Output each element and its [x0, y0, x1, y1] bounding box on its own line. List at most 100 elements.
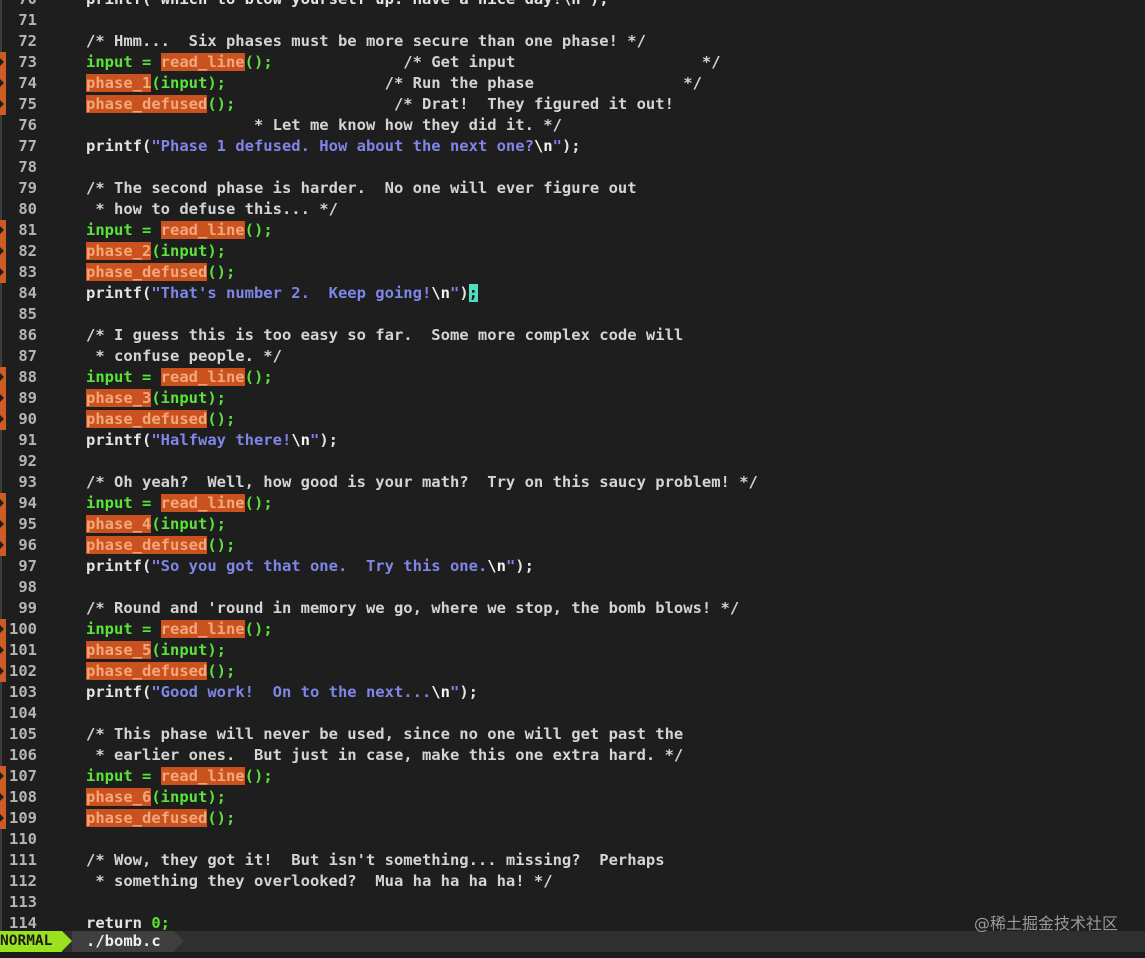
- code-line[interactable]: 100 input = read_line();: [0, 619, 1145, 640]
- line-number: 77: [18, 137, 37, 155]
- line-number: 88: [18, 368, 37, 386]
- line-number: 112: [9, 872, 37, 890]
- code-line[interactable]: 95 phase_4(input);: [0, 514, 1145, 535]
- code-token: \n: [431, 683, 450, 701]
- line-code: input = read_line();: [86, 766, 273, 787]
- code-token: * something they overlooked? Mua ha ha h…: [86, 872, 553, 890]
- watermark-text: @稀土掘金技术社区: [973, 914, 1118, 933]
- code-line[interactable]: 93 /* Oh yeah? Well, how good is your mat…: [0, 472, 1145, 493]
- code-line[interactable]: 104: [0, 703, 1145, 724]
- line-number: 104: [9, 704, 37, 722]
- line-code: phase_2(input);: [86, 241, 226, 262]
- code-line[interactable]: 102 phase_defused();: [0, 661, 1145, 682]
- code-token: read_line: [160, 53, 245, 71]
- code-token: ();: [244, 767, 273, 785]
- code-line[interactable]: 101 phase_5(input);: [0, 640, 1145, 661]
- line-number: 75: [18, 95, 37, 113]
- code-line[interactable]: 84 printf("That's number 2. Keep going!\n…: [0, 283, 1145, 304]
- code-token: "That's number 2. Keep going!: [151, 284, 432, 302]
- code-token: phase_6: [86, 788, 152, 806]
- code-line[interactable]: 86 /* I guess this is too easy so far. So…: [0, 325, 1145, 346]
- code-token: ();: [207, 95, 236, 113]
- code-line[interactable]: 107 input = read_line();: [0, 766, 1145, 787]
- line-number: 103: [9, 683, 37, 701]
- code-line[interactable]: 92: [0, 451, 1145, 472]
- line-number: 91: [18, 431, 37, 449]
- code-line[interactable]: 97 printf("So you got that one. Try this …: [0, 556, 1145, 577]
- code-line[interactable]: 96 phase_defused();: [0, 535, 1145, 556]
- code-line[interactable]: 82 phase_2(input);: [0, 241, 1145, 262]
- code-line[interactable]: 94 input = read_line();: [0, 493, 1145, 514]
- code-token: * confuse people. */: [86, 347, 282, 365]
- command-line[interactable]: [0, 952, 1145, 958]
- code-line[interactable]: 106 * earlier ones. But just in case, ma…: [0, 745, 1145, 766]
- code-token: (input);: [151, 242, 226, 260]
- code-line[interactable]: 108 phase_6(input);: [0, 787, 1145, 808]
- code-line[interactable]: 91 printf("Halfway there!\n");: [0, 430, 1145, 451]
- code-line[interactable]: 79 /* The second phase is harder. No one …: [0, 178, 1145, 199]
- code-line[interactable]: 103 printf("Good work! On to the next...\…: [0, 682, 1145, 703]
- code-line[interactable]: 75 phase_defused(); /* Drat! They figured…: [0, 94, 1145, 115]
- code-line[interactable]: 87 * confuse people. */: [0, 346, 1145, 367]
- code-line[interactable]: 99 /* Round and 'round in memory we go, w…: [0, 598, 1145, 619]
- line-number: 83: [18, 263, 37, 281]
- code-line[interactable]: 78: [0, 157, 1145, 178]
- code-line[interactable]: 83 phase_defused();: [0, 262, 1145, 283]
- code-token: \n: [487, 557, 506, 575]
- code-token: printf(: [86, 683, 152, 701]
- code-token: phase_3: [86, 389, 152, 407]
- code-line[interactable]: 77 printf("Phase 1 defused. How about the…: [0, 136, 1145, 157]
- code-token: /* The second phase is harder. No one wi…: [86, 179, 637, 197]
- code-token: /* Hmm... Six phases must be more secure…: [86, 32, 646, 50]
- line-number: 94: [18, 494, 37, 512]
- line-number: 114: [9, 914, 37, 930]
- code-line[interactable]: 111 /* Wow, they got it! But isn't someth…: [0, 850, 1145, 871]
- line-code: * something they overlooked? Mua ha ha h…: [86, 871, 553, 892]
- line-code: printf("Phase 1 defused. How about the n…: [86, 136, 581, 157]
- code-token: ();: [207, 536, 236, 554]
- line-code: input = read_line();: [86, 367, 273, 388]
- code-line[interactable]: 72 /* Hmm... Six phases must be more secu…: [0, 31, 1145, 52]
- line-code: input = read_line();: [86, 220, 273, 241]
- code-token: ": [552, 137, 562, 155]
- line-code: /* Hmm... Six phases must be more secure…: [86, 31, 646, 52]
- line-number: 105: [9, 725, 37, 743]
- code-line[interactable]: 74 phase_1(input); /* Run the phase */: [0, 73, 1145, 94]
- filename-label: ./bomb.c: [86, 932, 161, 950]
- code-token: (input);: [151, 641, 226, 659]
- code-token: read_line: [160, 221, 245, 239]
- line-code: phase_defused();: [86, 808, 235, 829]
- line-code: phase_3(input);: [86, 388, 226, 409]
- code-token: phase_defused: [86, 95, 208, 113]
- line-code: * Let me know how they did it. */: [86, 115, 562, 136]
- code-line[interactable]: 76 * Let me know how they did it. */: [0, 115, 1145, 136]
- code-line[interactable]: 71: [0, 10, 1145, 31]
- line-number: 78: [18, 158, 37, 176]
- code-line[interactable]: 89 phase_3(input);: [0, 388, 1145, 409]
- filename-segment: ./bomb.c: [72, 931, 174, 952]
- line-number: 85: [18, 305, 37, 323]
- code-token: phase_defused: [86, 662, 208, 680]
- mode-separator-arrow: [62, 931, 72, 951]
- code-line[interactable]: 110: [0, 829, 1145, 850]
- code-line[interactable]: 98: [0, 577, 1145, 598]
- code-line[interactable]: 90 phase_defused();: [0, 409, 1145, 430]
- line-code: /* Round and 'round in memory we go, whe…: [86, 598, 739, 619]
- code-token: read_line: [160, 494, 245, 512]
- code-line[interactable]: 70 printf("which to blow yourself up. Hav…: [0, 0, 1145, 10]
- code-line[interactable]: 80 * how to defuse this... */: [0, 199, 1145, 220]
- code-line[interactable]: 73 input = read_line(); /* Get input */: [0, 52, 1145, 73]
- code-line[interactable]: 85: [0, 304, 1145, 325]
- line-code: * earlier ones. But just in case, make t…: [86, 745, 683, 766]
- line-code: phase_defused();: [86, 262, 235, 283]
- filename-separator-arrow: [174, 931, 184, 951]
- code-line[interactable]: 81 input = read_line();: [0, 220, 1145, 241]
- code-token: (input);: [151, 788, 226, 806]
- code-line[interactable]: 109 phase_defused();: [0, 808, 1145, 829]
- text-cursor: ;: [468, 284, 478, 302]
- code-line[interactable]: 88 input = read_line();: [0, 367, 1145, 388]
- line-number: 102: [9, 662, 37, 680]
- code-line[interactable]: 105 /* This phase will never be used, sin…: [0, 724, 1145, 745]
- code-line[interactable]: 112 * something they overlooked? Mua ha …: [0, 871, 1145, 892]
- code-editor[interactable]: 70 printf("which to blow yourself up. Hav…: [0, 0, 1145, 930]
